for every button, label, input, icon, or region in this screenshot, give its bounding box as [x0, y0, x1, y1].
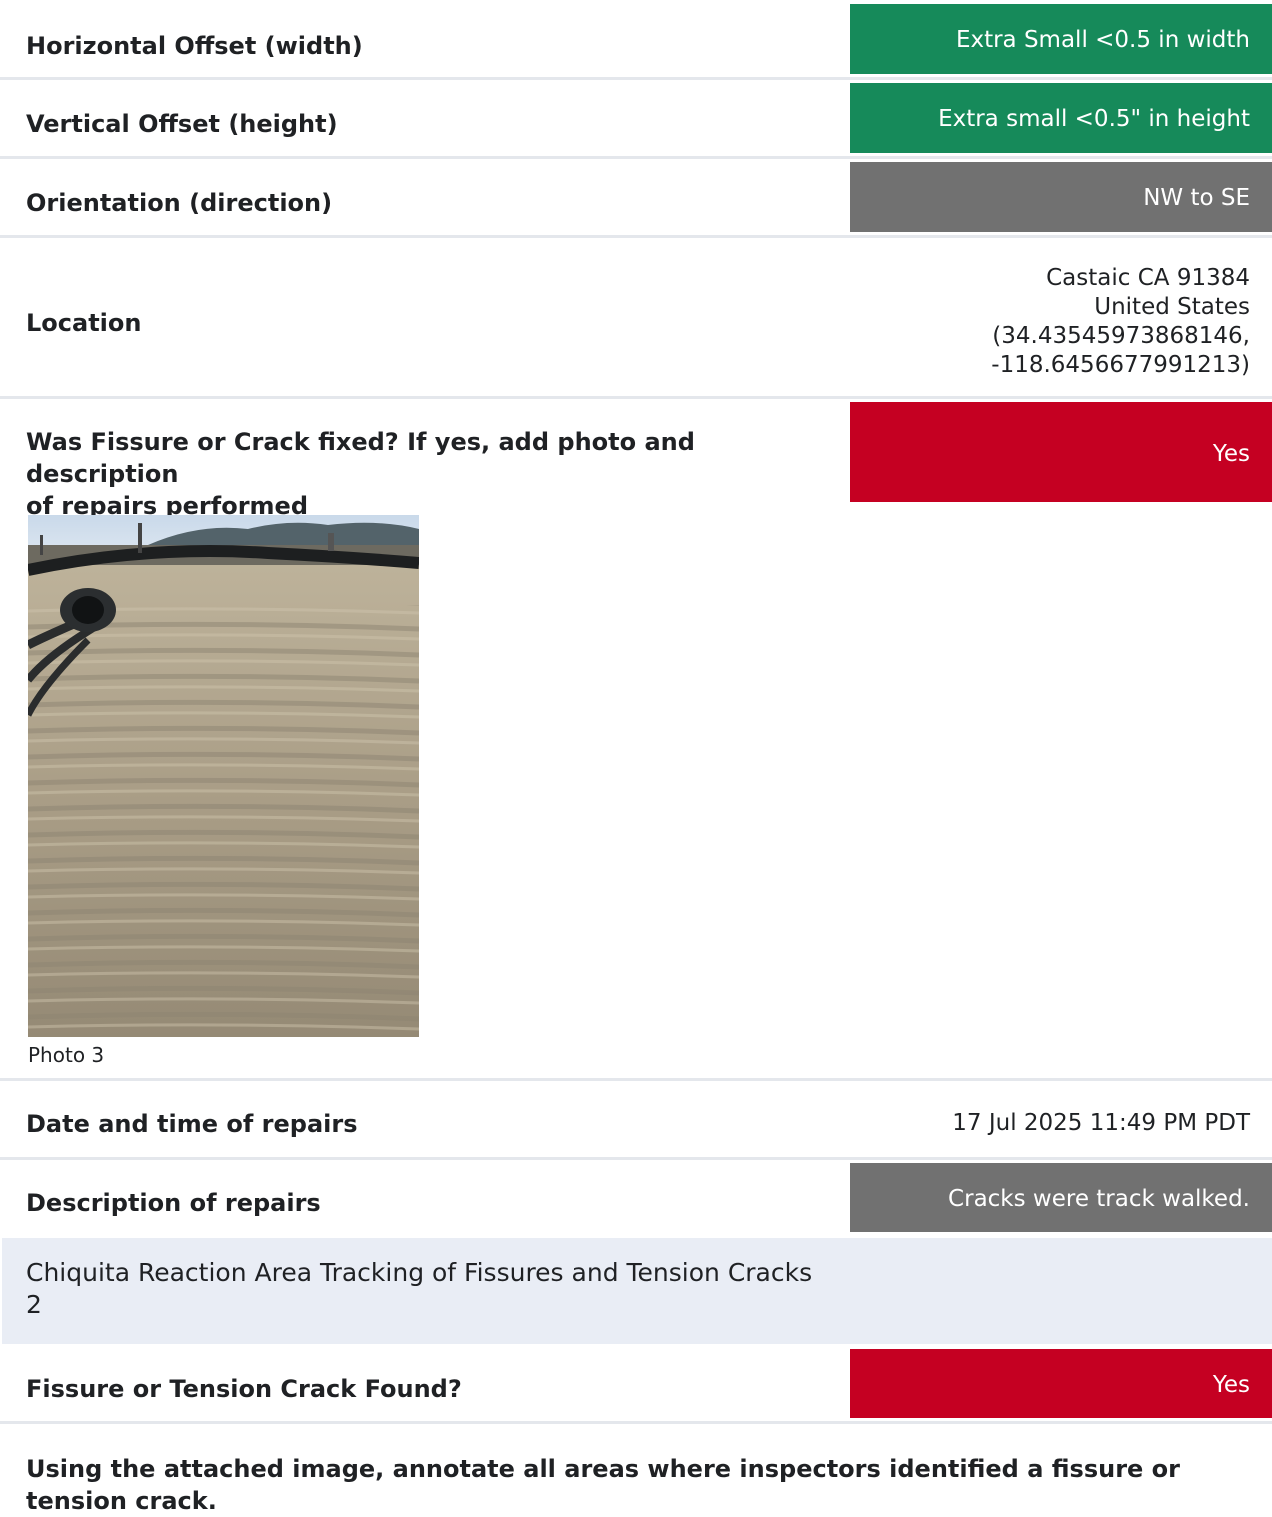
location-line: United States — [1094, 294, 1250, 320]
inspection-report-page: Horizontal Offset (width) Extra Small <0… — [0, 0, 1272, 1515]
orientation-label: Orientation (direction) — [26, 189, 333, 217]
row-divider — [0, 235, 1272, 238]
vertical-offset-label: Vertical Offset (height) — [26, 110, 338, 138]
row-divider — [0, 1421, 1272, 1424]
row-divider — [0, 1157, 1272, 1160]
location-value: Castaic CA 91384 United States (34.43545… — [991, 264, 1250, 380]
repair-photo[interactable] — [28, 515, 419, 1037]
section-title-line: Chiquita Reaction Area Tracking of Fissu… — [26, 1258, 813, 1287]
row-divider — [0, 156, 1272, 159]
row-divider — [0, 77, 1272, 80]
horizontal-offset-label: Horizontal Offset (width) — [26, 32, 363, 60]
crack-found-label: Fissure or Tension Crack Found? — [26, 1375, 462, 1403]
orientation-value: NW to SE — [850, 162, 1272, 232]
repair-description-label: Description of repairs — [26, 1189, 321, 1217]
location-label: Location — [26, 309, 142, 337]
repair-description-value: Cracks were track walked. — [850, 1163, 1272, 1232]
photo-caption: Photo 3 — [28, 1043, 105, 1067]
crack-found-value: Yes — [850, 1349, 1272, 1418]
location-line: Castaic CA 91384 — [1046, 265, 1250, 291]
repair-datetime-label: Date and time of repairs — [26, 1110, 358, 1138]
fixed-value: Yes — [850, 402, 1272, 502]
fixed-question-label: Was Fissure or Crack fixed? If yes, add … — [26, 426, 836, 522]
annotate-instruction: Using the attached image, annotate all a… — [26, 1453, 1226, 1517]
row-divider — [0, 1078, 1272, 1081]
repair-datetime-value: 17 Jul 2025 11:49 PM PDT — [952, 1110, 1250, 1136]
location-line: (34.43545973868146, — [992, 323, 1250, 349]
location-line: -118.6456677991213) — [991, 352, 1250, 378]
row-divider — [0, 396, 1272, 399]
fixed-question-line: Was Fissure or Crack fixed? If yes, add … — [26, 428, 695, 488]
vertical-offset-value: Extra small <0.5" in height — [850, 83, 1272, 153]
section-title-line: 2 — [26, 1290, 42, 1319]
repair-photo-image — [28, 515, 419, 1037]
annotate-instruction-line: tension crack. — [26, 1487, 217, 1515]
annotate-instruction-line: Using the attached image, annotate all a… — [26, 1455, 1180, 1483]
horizontal-offset-value: Extra Small <0.5 in width — [850, 4, 1272, 74]
section-title: Chiquita Reaction Area Tracking of Fissu… — [26, 1257, 846, 1321]
